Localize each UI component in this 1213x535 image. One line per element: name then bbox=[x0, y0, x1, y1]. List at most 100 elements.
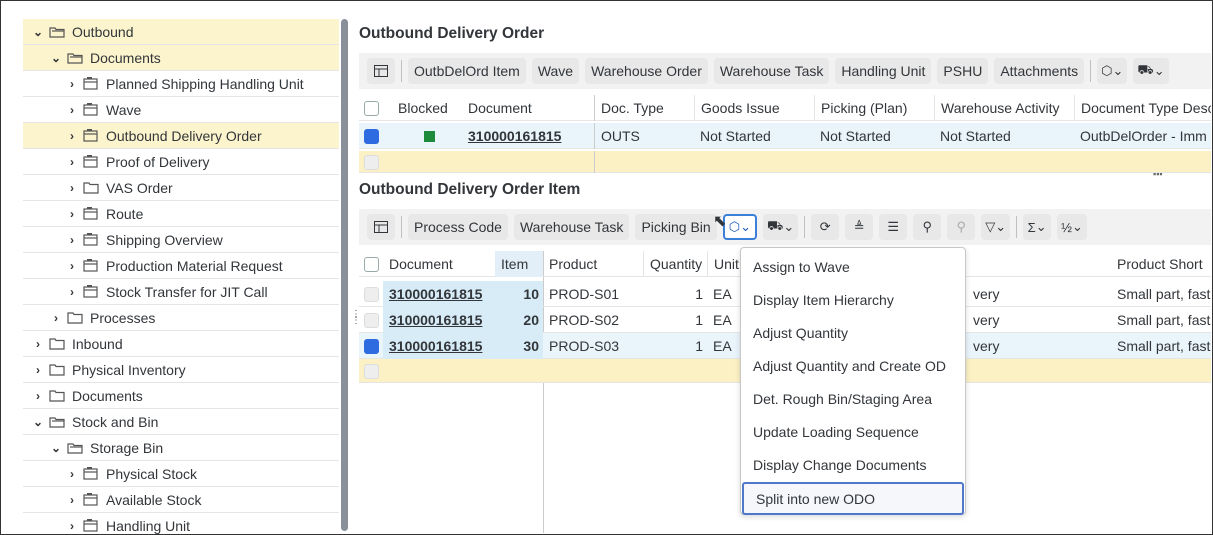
chevron-right-icon[interactable]: › bbox=[65, 103, 79, 117]
cube-menu-button[interactable]: ⬡ ⌄ bbox=[722, 214, 757, 240]
sort-ascending-button[interactable]: ≜ bbox=[845, 214, 874, 240]
document-link[interactable]: 310000161815 bbox=[389, 286, 482, 302]
chevron-right-icon[interactable]: › bbox=[65, 181, 79, 195]
menu-item-display-change-documents[interactable]: Display Change Documents bbox=[741, 448, 965, 481]
warehouse-task-button[interactable]: Warehouse Task bbox=[713, 58, 830, 84]
tree-item-inbound[interactable]: › Inbound bbox=[23, 331, 339, 357]
sum-menu-button[interactable]: Σ ⌄ bbox=[1023, 214, 1052, 240]
tree-item-physical-stock[interactable]: › Physical Stock bbox=[23, 461, 339, 487]
chevron-down-icon[interactable]: ⌄ bbox=[49, 51, 63, 65]
table-settings-icon[interactable] bbox=[367, 214, 395, 240]
select-all-checkbox[interactable] bbox=[359, 251, 385, 277]
column-header-item[interactable]: Item bbox=[495, 251, 543, 277]
truck-menu-button[interactable]: ⛟ ⌄ bbox=[1133, 58, 1169, 84]
tree-item-processes[interactable]: › Processes bbox=[23, 305, 339, 331]
handling-unit-button[interactable]: Handling Unit bbox=[835, 58, 932, 84]
pshu-button[interactable]: PSHU bbox=[937, 58, 989, 84]
tree-item-production-material-request[interactable]: › Production Material Request bbox=[23, 253, 339, 279]
menu-item-adjust-quantity[interactable]: Adjust Quantity bbox=[741, 316, 965, 349]
table-settings-icon[interactable] bbox=[367, 58, 395, 84]
subtotal-menu-button[interactable]: ½ ⌄ bbox=[1057, 214, 1087, 240]
chevron-right-icon[interactable]: › bbox=[65, 467, 79, 481]
tree-item-outbound-delivery-order[interactable]: › Outbound Delivery Order bbox=[23, 123, 339, 149]
chevron-right-icon[interactable]: › bbox=[65, 155, 79, 169]
column-header-warehouse-activity[interactable]: Warehouse Activity bbox=[934, 95, 1074, 121]
column-header-document[interactable]: Document bbox=[462, 95, 592, 121]
row-checkbox[interactable] bbox=[359, 307, 385, 333]
tree-item-stock-transfer-jit[interactable]: › Stock Transfer for JIT Call bbox=[23, 279, 339, 305]
status-cell: very bbox=[973, 286, 1000, 302]
attachments-button[interactable]: Attachments bbox=[994, 58, 1085, 84]
tree-item-planned-shipping-hu[interactable]: › Planned Shipping Handling Unit bbox=[23, 71, 339, 97]
row-resize-grip-icon[interactable]: ⋮ ⋮ bbox=[351, 310, 361, 326]
tree-item-physical-inventory[interactable]: › Physical Inventory bbox=[23, 357, 339, 383]
tree-item-storage-bin[interactable]: ⌄ Storage Bin bbox=[23, 435, 339, 461]
zoom-button[interactable]: ⚲ bbox=[947, 214, 976, 240]
document-link[interactable]: 310000161815 bbox=[468, 128, 561, 144]
tree-item-shipping-overview[interactable]: › Shipping Overview bbox=[23, 227, 339, 253]
chevron-right-icon[interactable]: › bbox=[65, 493, 79, 507]
menu-item-adjust-quantity-create-od[interactable]: Adjust Quantity and Create OD bbox=[741, 349, 965, 382]
picking-bin-button[interactable]: Picking Bin bbox=[635, 214, 717, 240]
column-header-quantity[interactable]: Quantity bbox=[643, 251, 707, 277]
menu-item-split-into-new-odo[interactable]: Split into new ODO bbox=[742, 482, 964, 515]
column-header-doc-type[interactable]: Doc. Type bbox=[594, 95, 694, 121]
chevron-right-icon[interactable]: › bbox=[65, 285, 79, 299]
menu-item-update-loading-sequence[interactable]: Update Loading Sequence bbox=[741, 415, 965, 448]
warehouse-order-button[interactable]: Warehouse Order bbox=[585, 58, 708, 84]
outbdelord-item-button[interactable]: OutbDelOrd Item bbox=[408, 58, 526, 84]
menu-item-det-rough-bin[interactable]: Det. Rough Bin/Staging Area bbox=[741, 382, 965, 415]
row-checkbox[interactable] bbox=[359, 281, 385, 307]
filter-menu-button[interactable]: ▽ ⌄ bbox=[981, 214, 1011, 240]
tree-item-outbound[interactable]: ⌄ Outbound bbox=[23, 19, 339, 45]
chevron-right-icon[interactable]: › bbox=[31, 389, 45, 403]
odo-table-row[interactable]: 310000161815 OUTS Not Started Not Starte… bbox=[359, 123, 1211, 149]
search-button[interactable]: ⚲ bbox=[913, 214, 942, 240]
process-code-button[interactable]: Process Code bbox=[408, 214, 508, 240]
row-checkbox[interactable] bbox=[359, 333, 385, 359]
chevron-right-icon[interactable]: › bbox=[49, 311, 63, 325]
column-header-blocked[interactable]: Blocked bbox=[392, 95, 460, 121]
chevron-right-icon[interactable]: › bbox=[31, 363, 45, 377]
select-all-checkbox[interactable] bbox=[359, 95, 389, 121]
wave-button[interactable]: Wave bbox=[531, 58, 580, 84]
tree-item-available-stock[interactable]: › Available Stock bbox=[23, 487, 339, 513]
menu-item-display-item-hierarchy[interactable]: Display Item Hierarchy bbox=[741, 283, 965, 316]
chevron-right-icon[interactable]: › bbox=[65, 129, 79, 143]
column-header-document[interactable]: Document bbox=[383, 251, 493, 277]
column-header-product-short[interactable]: Product Short bbox=[1111, 251, 1211, 277]
chevron-right-icon[interactable]: › bbox=[65, 77, 79, 91]
tree-item-proof-of-delivery[interactable]: › Proof of Delivery bbox=[23, 149, 339, 175]
chevron-right-icon[interactable]: › bbox=[65, 207, 79, 221]
tree-item-route[interactable]: › Route bbox=[23, 201, 339, 227]
menu-item-assign-to-wave[interactable]: Assign to Wave bbox=[741, 250, 965, 283]
chevron-down-icon[interactable]: ⌄ bbox=[31, 415, 45, 429]
document-link[interactable]: 310000161815 bbox=[389, 312, 482, 328]
column-header-doc-type-desc[interactable]: Document Type Desc bbox=[1074, 95, 1211, 121]
chevron-down-icon[interactable]: ⌄ bbox=[49, 441, 63, 455]
chevron-down-icon[interactable]: ⌄ bbox=[31, 25, 45, 39]
chevron-right-icon[interactable]: › bbox=[65, 233, 79, 247]
folder-icon bbox=[83, 181, 99, 194]
tree-item-stock-and-bin[interactable]: ⌄ Stock and Bin bbox=[23, 409, 339, 435]
chevron-right-icon[interactable]: › bbox=[65, 519, 79, 533]
tree-item-vas-order[interactable]: › VAS Order bbox=[23, 175, 339, 201]
document-link[interactable]: 310000161815 bbox=[389, 338, 482, 354]
refresh-button[interactable]: ⟳ bbox=[811, 214, 840, 240]
tree-item-documents-2[interactable]: › Documents bbox=[23, 383, 339, 409]
warehouse-task-button[interactable]: Warehouse Task bbox=[513, 214, 630, 240]
tree-item-wave[interactable]: › Wave bbox=[23, 97, 339, 123]
tree-item-handling-unit[interactable]: › Handling Unit bbox=[23, 513, 339, 534]
filter-lines-button[interactable]: ☰ bbox=[879, 214, 908, 240]
tree-item-documents[interactable]: ⌄ Documents bbox=[23, 45, 339, 71]
chevron-right-icon[interactable]: › bbox=[31, 337, 45, 351]
truck-menu-button[interactable]: ⛟ ⌄ bbox=[762, 214, 799, 240]
splitter-scrollbar[interactable] bbox=[341, 19, 348, 531]
column-header-product[interactable]: Product bbox=[543, 251, 643, 277]
resize-grip-icon[interactable]: ▪▪▪ bbox=[1153, 169, 1163, 179]
cube-menu-button[interactable]: ⬡ ⌄ bbox=[1097, 58, 1128, 84]
column-header-goods-issue[interactable]: Goods Issue bbox=[694, 95, 814, 121]
column-header-picking-plan[interactable]: Picking (Plan) bbox=[814, 95, 934, 121]
row-checkbox[interactable] bbox=[359, 123, 389, 149]
chevron-right-icon[interactable]: › bbox=[65, 259, 79, 273]
